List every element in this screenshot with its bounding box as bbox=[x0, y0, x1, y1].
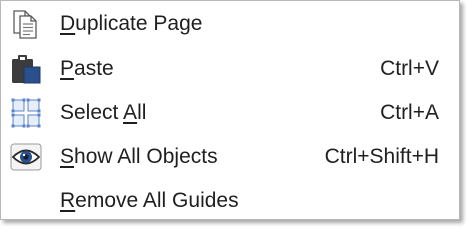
menu-item-remove-all-guides[interactable]: Remove All Guides bbox=[1, 179, 459, 223]
eye-icon bbox=[10, 141, 42, 173]
menu-item-label: Remove All Guides bbox=[60, 189, 239, 212]
select-all-icon bbox=[10, 97, 42, 129]
menu-item-duplicate-page[interactable]: Duplicate Page bbox=[1, 2, 459, 46]
menu-item-paste[interactable]: Paste Ctrl+V bbox=[1, 47, 459, 91]
context-menu: Duplicate Page Paste Ctrl+V Select All C… bbox=[0, 0, 460, 220]
menu-item-shortcut: Ctrl+V bbox=[380, 57, 439, 80]
menu-item-label: Paste bbox=[60, 57, 114, 80]
menu-item-shortcut: Ctrl+Shift+H bbox=[324, 145, 439, 168]
duplicate-page-icon bbox=[10, 8, 42, 40]
menu-item-label: Show All Objects bbox=[60, 145, 218, 168]
menu-item-show-all-objects[interactable]: Show All Objects Ctrl+Shift+H bbox=[1, 135, 459, 179]
menu-item-select-all[interactable]: Select All Ctrl+A bbox=[1, 91, 459, 135]
menu-item-shortcut: Ctrl+A bbox=[380, 101, 439, 124]
menu-item-label: Duplicate Page bbox=[60, 12, 203, 35]
menu-item-label: Select All bbox=[60, 101, 147, 124]
paste-icon bbox=[10, 53, 42, 85]
